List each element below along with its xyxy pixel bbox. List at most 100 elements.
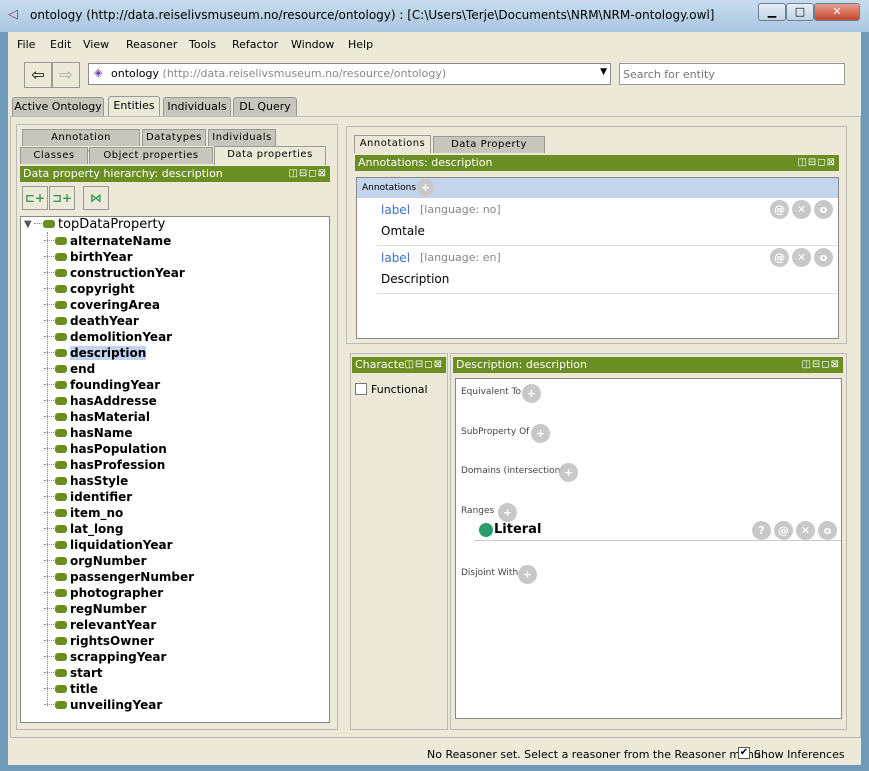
tree-item-hasStyle[interactable]: hasStyle xyxy=(44,473,128,489)
range-literal[interactable]: Literal xyxy=(494,522,541,537)
tree-item-birthYear[interactable]: birthYear xyxy=(44,249,133,265)
tree-item-scrappingYear[interactable]: scrappingYear xyxy=(44,649,166,665)
section-label: SubProperty Of xyxy=(461,427,530,437)
annotation-row[interactable]: label [language: no] Omtale @ ✕ o xyxy=(357,198,838,246)
add-subproperty-ofbutton[interactable]: + xyxy=(531,424,550,443)
view-control-icons[interactable]: ◫⊟◻⊠ xyxy=(801,359,840,370)
delete-property-button[interactable]: ⋈ xyxy=(83,186,109,210)
tree-line xyxy=(44,704,54,705)
data-property-icon xyxy=(55,269,67,277)
menu-file[interactable]: File xyxy=(17,38,35,51)
tree-item-description[interactable]: description xyxy=(44,345,147,361)
ontology-selector[interactable]: ◈ ontology (http://data.reiselivsmuseum.… xyxy=(88,63,611,85)
tab-data-properties[interactable]: Data properties xyxy=(214,146,326,165)
data-property-icon xyxy=(55,541,67,549)
menu-refactor[interactable]: Refactor xyxy=(232,38,278,51)
tab-datatypes[interactable]: Datatypes xyxy=(142,129,206,146)
view-control-icons[interactable]: ◫⊟◻⊠ xyxy=(797,157,836,168)
show-inferences-checkbox[interactable]: ✔ xyxy=(738,747,750,759)
menu-reasoner[interactable]: Reasoner xyxy=(126,38,177,51)
tab-classes[interactable]: Classes xyxy=(20,147,88,164)
delete-button[interactable]: ✕ xyxy=(796,521,815,540)
tree-line xyxy=(44,304,54,305)
maximize-button[interactable]: □ xyxy=(786,3,814,21)
tree-item-copyright[interactable]: copyright xyxy=(44,281,135,297)
tree-item-alternateName[interactable]: alternateName xyxy=(44,233,171,249)
delete-button[interactable]: ✕ xyxy=(792,248,811,267)
menu-edit[interactable]: Edit xyxy=(50,38,71,51)
data-property-icon xyxy=(55,349,67,357)
close-button[interactable]: ✕ xyxy=(814,3,860,21)
tree-item-photographer[interactable]: photographer xyxy=(44,585,163,601)
add-annotation-button[interactable]: + xyxy=(417,179,434,196)
tree-item-hasName[interactable]: hasName xyxy=(44,425,133,441)
menu-tools[interactable]: Tools xyxy=(189,38,216,51)
search-input[interactable] xyxy=(619,63,845,85)
view-control-icons[interactable]: ◫⊟◻⊠ xyxy=(288,168,327,179)
tree-item-hasProfession[interactable]: hasProfession xyxy=(44,457,165,473)
add-equivalent-tobutton[interactable]: + xyxy=(522,384,541,403)
edit-button[interactable]: o xyxy=(818,521,837,540)
annotations-list: Annotations + label [language: no] Omtale @… xyxy=(356,177,839,339)
annotation-row[interactable]: label [language: en] Description @ ✕ o xyxy=(357,246,838,294)
tree-item-end[interactable]: end xyxy=(44,361,95,377)
tab-individuals[interactable]: Individuals xyxy=(163,97,231,116)
tab-entities[interactable]: Entities xyxy=(108,96,160,117)
tree-item-foundingYear[interactable]: foundingYear xyxy=(44,377,160,393)
tree-item-deathYear[interactable]: deathYear xyxy=(44,313,139,329)
tree-item-demolitionYear[interactable]: demolitionYear xyxy=(44,329,172,345)
menu-window[interactable]: Window xyxy=(291,38,334,51)
annotation-property[interactable]: label xyxy=(381,203,410,217)
tab-annotations[interactable]: Annotations xyxy=(354,135,431,153)
tree-item-hasMaterial[interactable]: hasMaterial xyxy=(44,409,150,425)
tree-item-identifier[interactable]: identifier xyxy=(44,489,132,505)
annotate-button[interactable]: @ xyxy=(774,521,793,540)
back-button[interactable]: ⇦ xyxy=(24,62,52,88)
tree-item-constructionYear[interactable]: constructionYear xyxy=(44,265,185,281)
minimize-button[interactable]: ▁ xyxy=(758,3,786,21)
tree-line xyxy=(44,480,54,481)
tree-item-hasPopulation[interactable]: hasPopulation xyxy=(44,441,167,457)
tree-item-lat_long[interactable]: lat_long xyxy=(44,521,123,537)
tree-item-start[interactable]: start xyxy=(44,665,103,681)
delete-button[interactable]: ✕ xyxy=(792,200,811,219)
explain-button[interactable]: ? xyxy=(752,521,771,540)
annotate-button[interactable]: @ xyxy=(770,200,789,219)
tree-root[interactable]: topDataProperty xyxy=(34,217,165,233)
tab-active-ontology[interactable]: Active Ontology xyxy=(12,97,104,116)
tree-item-liquidationYear[interactable]: liquidationYear xyxy=(44,537,173,553)
annotate-button[interactable]: @ xyxy=(770,248,789,267)
add-sibling-property-button[interactable]: ⊐+ xyxy=(49,186,75,210)
tree-item-item_no[interactable]: item_no xyxy=(44,505,123,521)
tab-dl-query[interactable]: DL Query xyxy=(233,97,297,116)
tab-object-properties[interactable]: Object properties xyxy=(89,147,213,164)
tree-item-title[interactable]: title xyxy=(44,681,98,697)
view-control-icons[interactable]: ◫⊟◻⊠ xyxy=(404,359,443,370)
tree-item-regNumber[interactable]: regNumber xyxy=(44,601,146,617)
forward-button[interactable]: ⇨ xyxy=(52,62,80,88)
tree-item-passengerNumber[interactable]: passengerNumber xyxy=(44,569,194,585)
annotation-property[interactable]: label xyxy=(381,251,410,265)
functional-label: Functional xyxy=(371,383,428,396)
edit-button[interactable]: o xyxy=(814,248,833,267)
tree-item-hasAddresse[interactable]: hasAddresse xyxy=(44,393,157,409)
menu-help[interactable]: Help xyxy=(348,38,373,51)
add-disjoint-withbutton[interactable]: + xyxy=(518,565,537,584)
tree-item-coveringArea[interactable]: coveringArea xyxy=(44,297,160,313)
status-bar: No Reasoner set. Select a reasoner from … xyxy=(8,742,861,766)
tree-item-rightsOwner[interactable]: rightsOwner xyxy=(44,633,154,649)
add-sub-property-button[interactable]: ⊏+ xyxy=(22,186,48,210)
hierarchy-title: Data property hierarchy: description xyxy=(23,167,223,180)
functional-checkbox[interactable] xyxy=(355,383,367,395)
tree-item-relevantYear[interactable]: relevantYear xyxy=(44,617,156,633)
add-rangesbutton[interactable]: + xyxy=(498,503,517,522)
tree-item-unveilingYear[interactable]: unveilingYear xyxy=(44,697,162,713)
tab-data-property-usage[interactable]: Data Property Usage xyxy=(433,136,545,166)
tab-annotation-properties[interactable]: Annotation properties xyxy=(22,129,140,159)
expand-triangle-icon[interactable]: ▼ xyxy=(24,219,32,230)
add-domains-intersection-button[interactable]: + xyxy=(559,463,578,482)
tree-item-orgNumber[interactable]: orgNumber xyxy=(44,553,147,569)
tab-individuals-sub[interactable]: Individuals xyxy=(208,129,276,146)
edit-button[interactable]: o xyxy=(814,200,833,219)
menu-view[interactable]: View xyxy=(83,38,109,51)
